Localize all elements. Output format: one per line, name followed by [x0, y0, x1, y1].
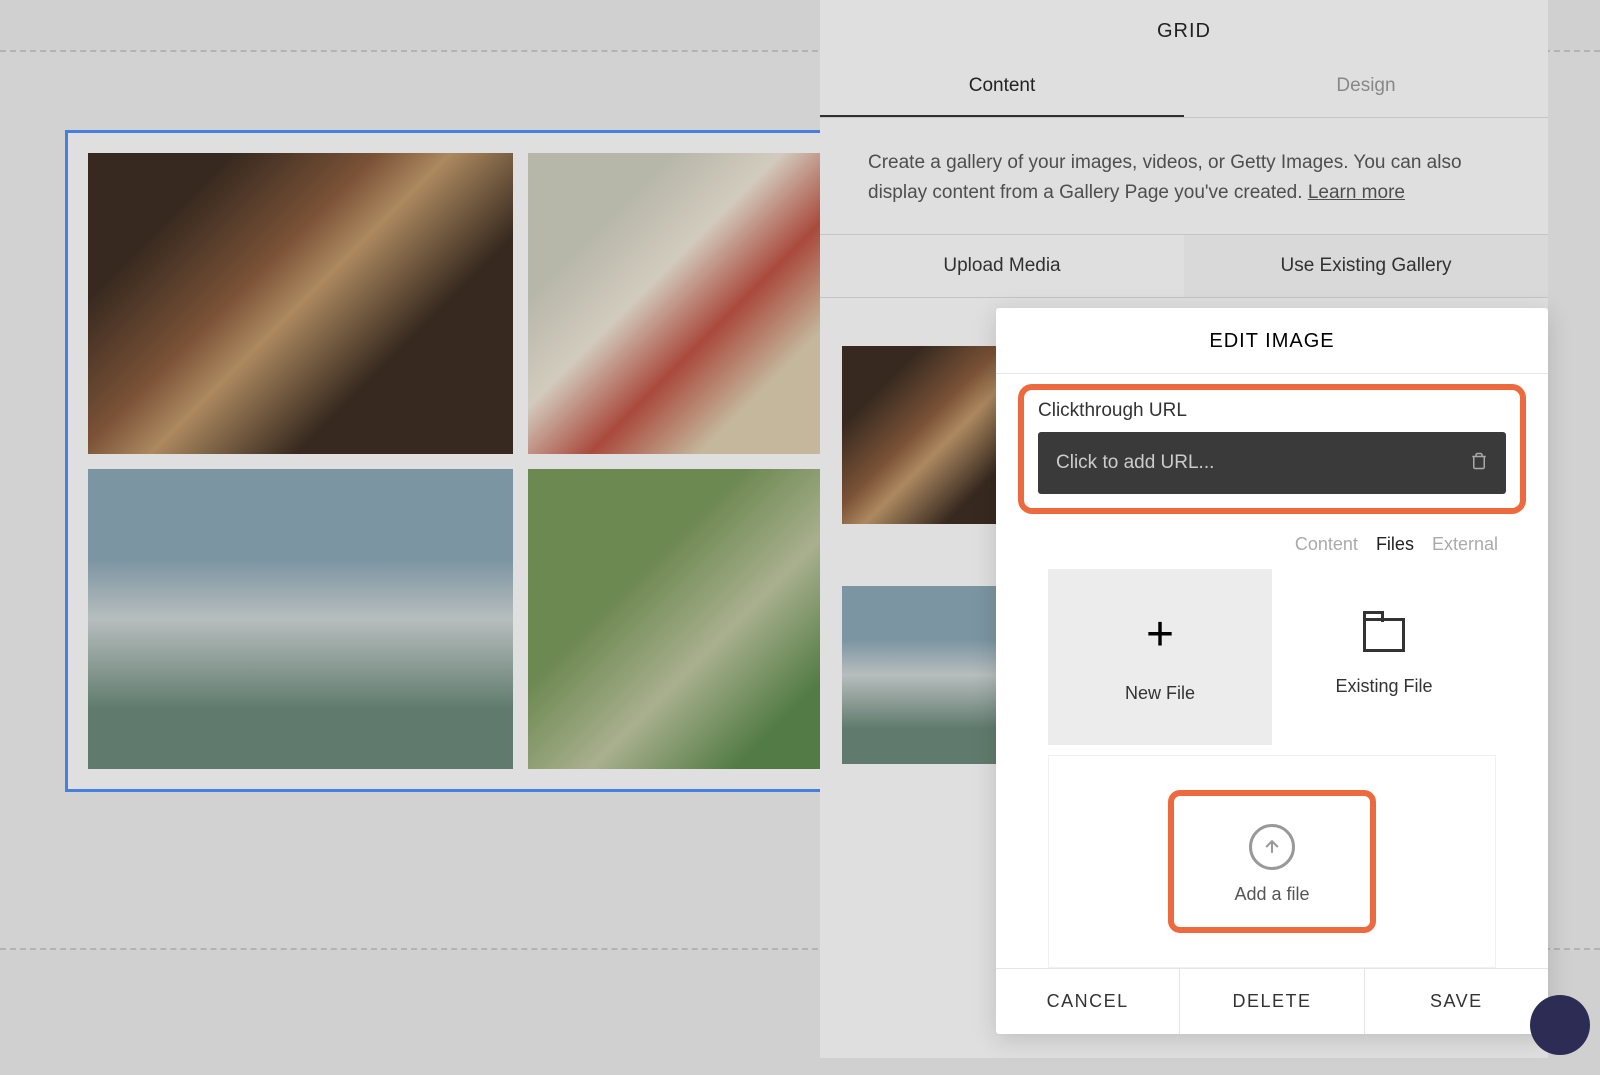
existing-file-option[interactable]: Existing File — [1272, 569, 1496, 745]
chat-bubble-icon[interactable] — [1530, 995, 1590, 1055]
link-tab-files[interactable]: Files — [1376, 534, 1414, 555]
new-file-label: New File — [1125, 683, 1195, 704]
folder-icon — [1363, 618, 1405, 652]
plus-icon: + — [1146, 611, 1174, 659]
clickthrough-url-input[interactable] — [1056, 452, 1470, 474]
clickthrough-url-section: Clickthrough URL — [1018, 384, 1526, 514]
new-file-option[interactable]: + New File — [1048, 569, 1272, 745]
edit-image-title: EDIT IMAGE — [996, 308, 1548, 374]
clickthrough-url-label: Clickthrough URL — [1038, 400, 1506, 422]
link-tab-external[interactable]: External — [1432, 534, 1498, 555]
link-source-tabs: Content Files External — [1018, 516, 1526, 563]
add-file-button[interactable]: Add a file — [1168, 790, 1375, 933]
edit-image-body: Clickthrough URL Content Files External … — [996, 374, 1548, 968]
delete-button[interactable]: DELETE — [1179, 969, 1363, 1034]
link-tab-content[interactable]: Content — [1295, 534, 1358, 555]
edit-image-modal: EDIT IMAGE Clickthrough URL Content File… — [996, 308, 1548, 1034]
modal-actions: CANCEL DELETE SAVE — [996, 968, 1548, 1034]
add-file-area: Add a file — [1048, 755, 1496, 968]
add-file-label: Add a file — [1234, 884, 1309, 905]
upload-arrow-icon — [1249, 824, 1295, 870]
cancel-button[interactable]: CANCEL — [996, 969, 1179, 1034]
existing-file-label: Existing File — [1335, 676, 1432, 697]
url-input-wrap[interactable] — [1038, 432, 1506, 494]
trash-icon[interactable] — [1470, 452, 1488, 475]
file-options: + New File Existing File — [1018, 569, 1526, 745]
save-button[interactable]: SAVE — [1364, 969, 1548, 1034]
